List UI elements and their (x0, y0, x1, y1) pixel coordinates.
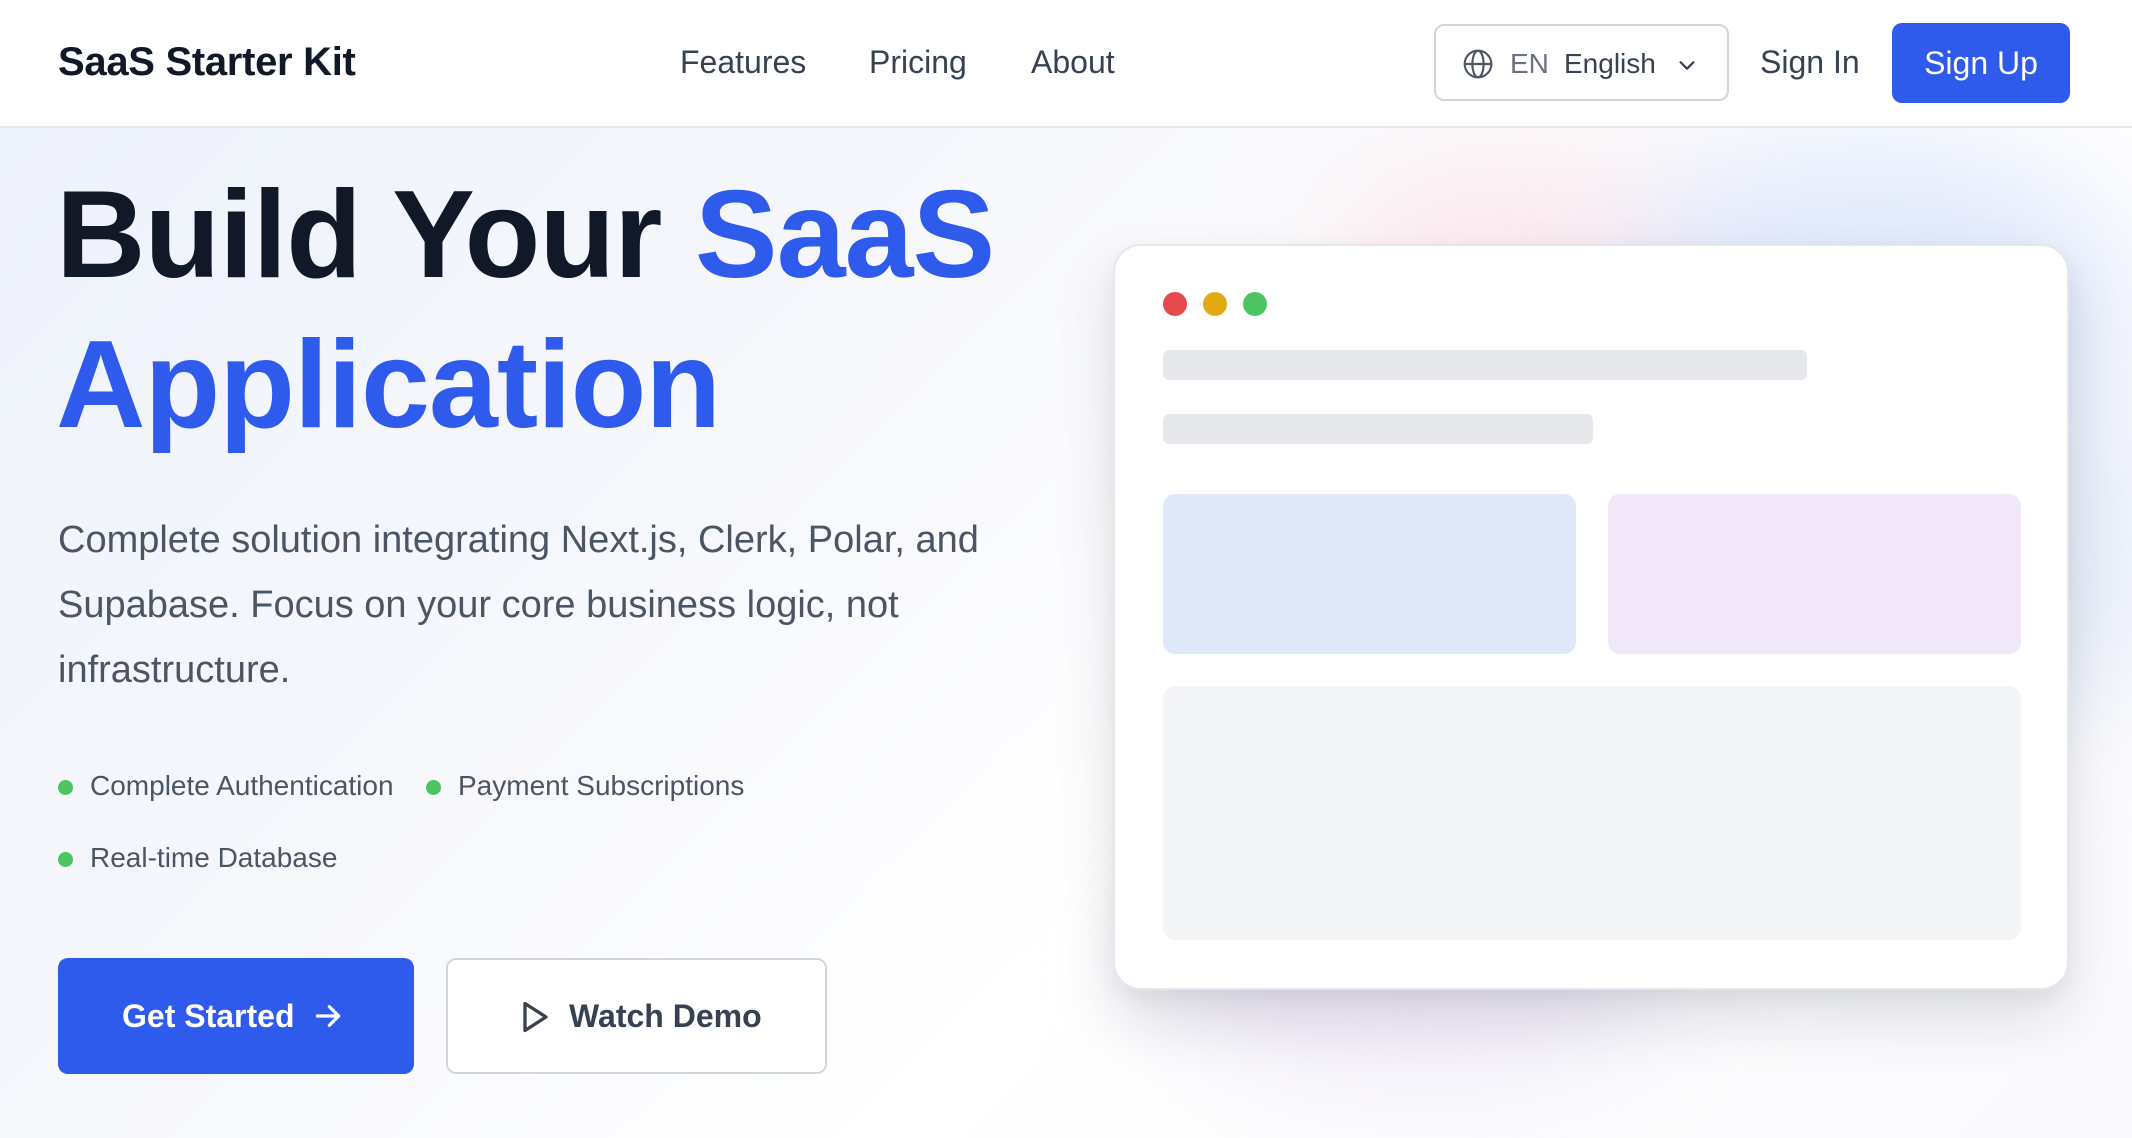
globe-icon (1463, 49, 1493, 79)
chevron-down-icon (1679, 61, 1695, 70)
placeholder-line (1163, 414, 1593, 444)
sign-up-button[interactable]: Sign Up (1892, 23, 2070, 103)
hero-title-part: Build Your (56, 166, 695, 304)
check-dot-icon (58, 780, 73, 795)
nav-link-features[interactable]: Features (680, 44, 806, 81)
hero-description: Complete solution integrating Next.js, C… (58, 519, 979, 691)
placeholder-card (1608, 494, 2021, 654)
watch-demo-label: Watch Demo (569, 998, 762, 1034)
nav-link-pricing[interactable]: Pricing (869, 44, 967, 81)
get-started-label: Get Started (122, 998, 295, 1034)
top-navigation: SaaS Starter Kit Features Pricing About … (0, 0, 2132, 128)
window-maximize-dot (1243, 292, 1267, 316)
feature-label: Payment Subscriptions (458, 770, 745, 801)
feature-label: Real-time Database (90, 842, 338, 873)
window-close-dot (1163, 292, 1187, 316)
placeholder-line (1163, 350, 1807, 380)
get-started-button[interactable]: Get Started (58, 958, 414, 1074)
watch-demo-button[interactable]: Watch Demo (446, 958, 827, 1074)
language-selector[interactable]: EN English (1434, 24, 1729, 101)
window-minimize-dot (1203, 292, 1227, 316)
brand-logo[interactable]: SaaS Starter Kit (58, 40, 356, 85)
hero-title-highlight: Application (56, 316, 721, 454)
feature-label: Complete Authentication (90, 770, 394, 801)
hero-title: Build Your SaaS Application (56, 160, 1096, 460)
hero-section: Build Your SaaS Application Complete solu… (0, 128, 2132, 1138)
arrow-right-icon (315, 1005, 341, 1027)
check-dot-icon (426, 780, 441, 795)
app-preview-mockup (1113, 244, 2069, 990)
play-icon (523, 1001, 548, 1033)
language-name: English (1564, 48, 1656, 79)
check-dot-icon (58, 852, 73, 867)
sign-in-button[interactable]: Sign In (1760, 44, 1860, 81)
placeholder-card (1163, 494, 1576, 654)
language-code: EN (1510, 48, 1549, 79)
nav-link-about[interactable]: About (1031, 44, 1115, 81)
hero-title-highlight: SaaS (694, 166, 995, 304)
placeholder-panel (1163, 686, 2021, 940)
